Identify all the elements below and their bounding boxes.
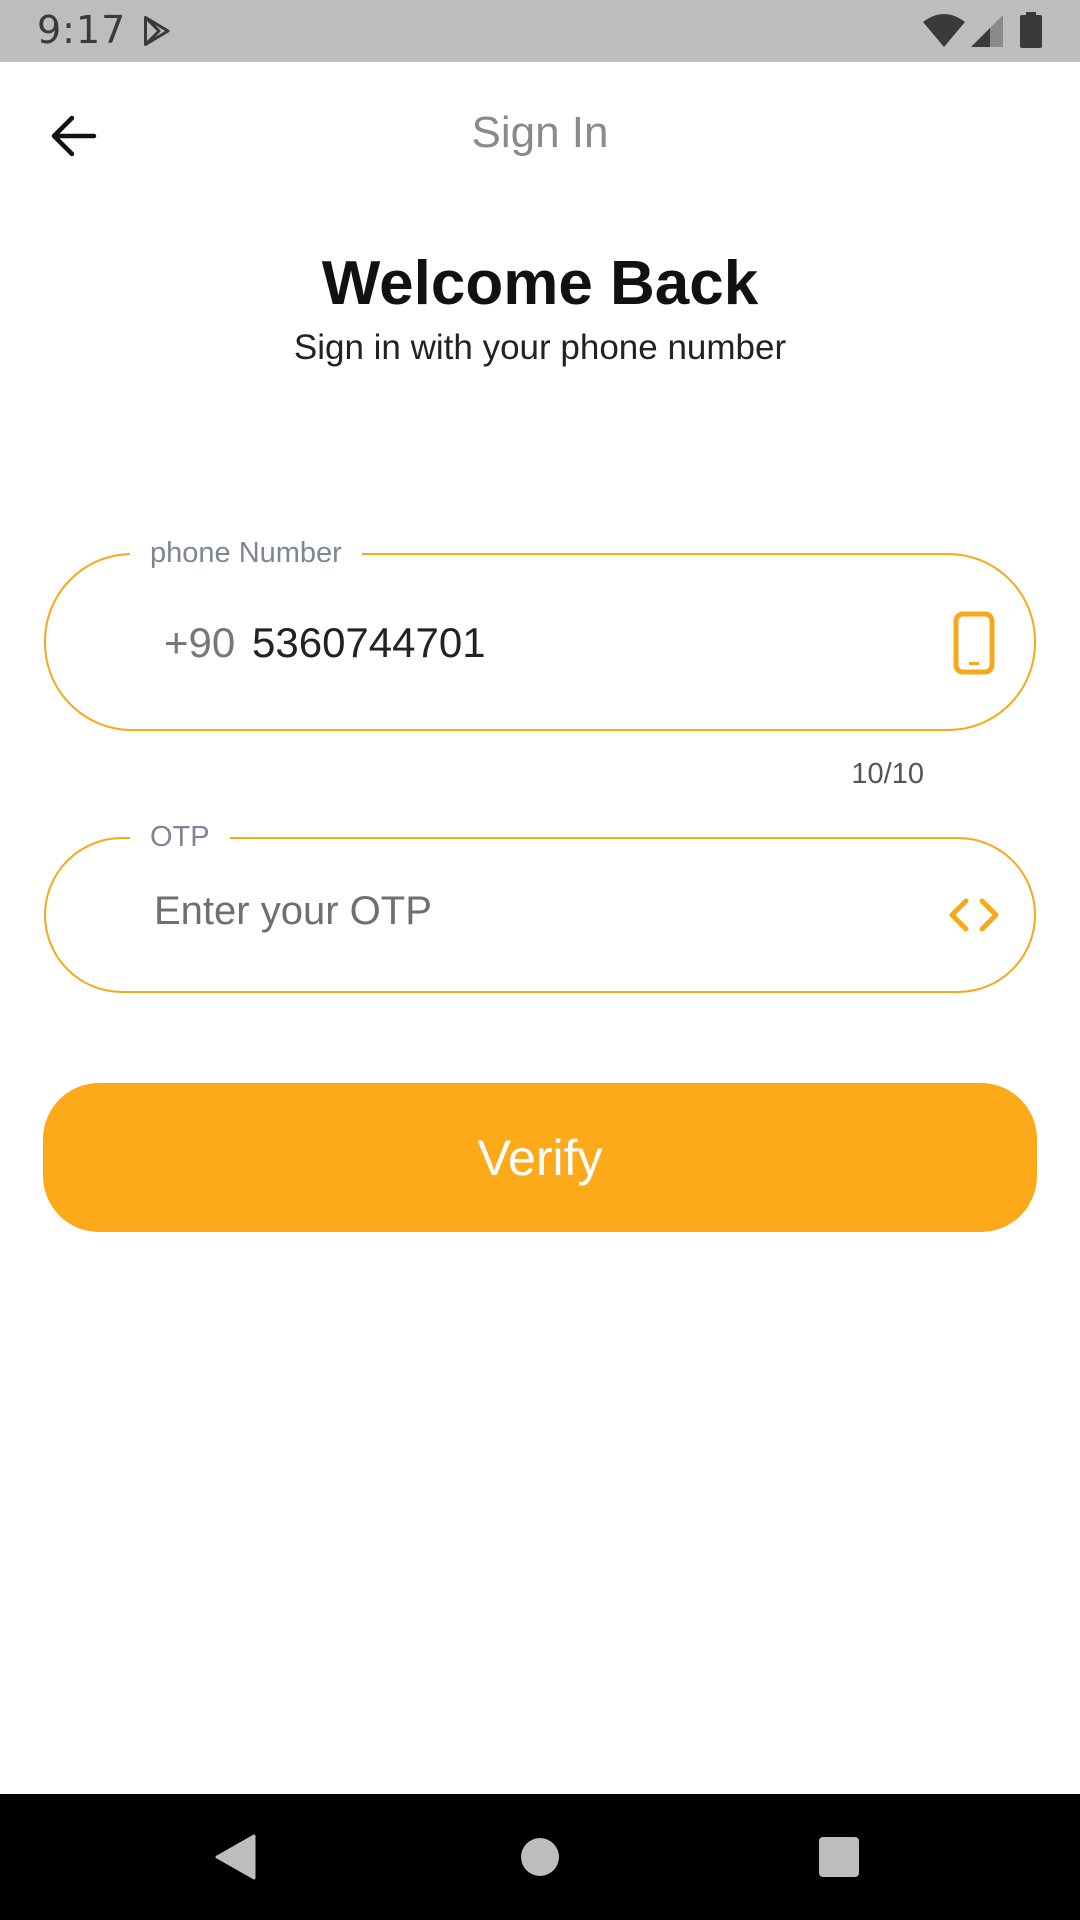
phone-number-input[interactable]	[252, 619, 852, 667]
smartphone-icon	[953, 611, 995, 675]
battery-icon	[1020, 12, 1042, 48]
play-store-icon	[144, 16, 170, 46]
status-bar: 9:17	[0, 0, 1080, 62]
nav-back-icon[interactable]	[214, 1834, 258, 1880]
otp-input[interactable]	[154, 889, 854, 934]
verify-button[interactable]: Verify	[43, 1083, 1037, 1232]
phone-number-field[interactable]: phone Number +90	[44, 535, 1036, 731]
status-time: 9:17	[37, 8, 127, 52]
nav-home-icon[interactable]	[519, 1836, 561, 1878]
page-title: Sign In	[471, 108, 609, 157]
otp-field[interactable]: OTP	[44, 819, 1036, 993]
welcome-heading: Welcome Back	[321, 249, 759, 318]
nav-recents-icon[interactable]	[818, 1836, 860, 1878]
wifi-icon	[923, 14, 965, 47]
signal-icon	[971, 15, 1003, 47]
sign-in-screen: 9:17 Sign In Welcome Back Sign in with y…	[0, 0, 1080, 1920]
otp-label: OTP	[130, 819, 230, 855]
system-nav-bar	[0, 1794, 1080, 1920]
country-code-prefix: +90	[164, 619, 236, 666]
character-counter: 10/10	[851, 758, 924, 790]
code-icon	[949, 898, 999, 932]
phone-number-label: phone Number	[130, 535, 362, 571]
welcome-subtitle: Sign in with your phone number	[293, 328, 787, 367]
